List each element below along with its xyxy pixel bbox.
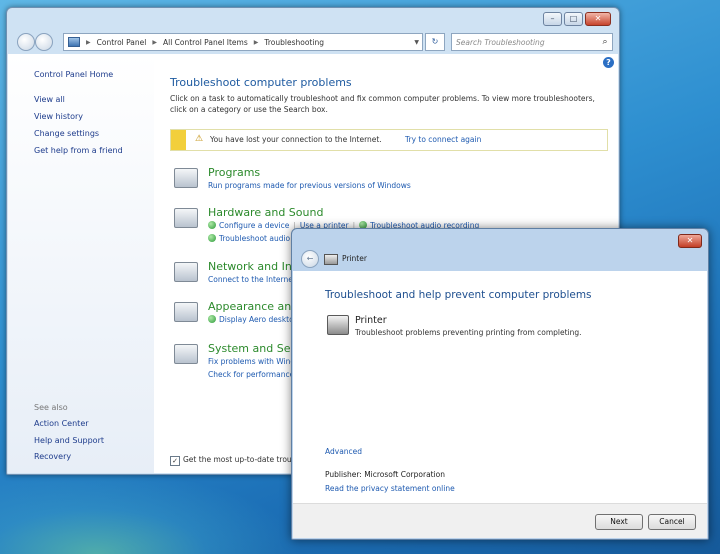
publisher-text: Publisher: Microsoft Corporation	[325, 470, 446, 479]
dialog-body: Troubleshoot and help prevent computer p…	[293, 271, 707, 503]
help-icon[interactable]: ?	[603, 57, 614, 68]
forward-button[interactable]	[35, 33, 53, 51]
shield-icon	[208, 234, 216, 242]
configure-device-link[interactable]: Configure a device	[219, 221, 289, 230]
network-icon	[174, 262, 198, 282]
breadcrumb-control-panel[interactable]: Control Panel	[97, 38, 147, 47]
warning-icon: ⚠	[195, 134, 204, 144]
minimize-button[interactable]: –	[543, 12, 562, 26]
sidebar-change-settings[interactable]: Change settings	[34, 129, 99, 138]
notice-bar	[171, 130, 186, 150]
breadcrumb-arrow-icon: ▶	[152, 38, 157, 46]
system-security-icon	[174, 344, 198, 364]
dialog-back-button[interactable]: ←	[301, 250, 319, 268]
sidebar-recovery[interactable]: Recovery	[34, 452, 71, 461]
control-panel-icon	[68, 37, 80, 47]
programs-icon	[174, 168, 198, 188]
sidebar-view-all[interactable]: View all	[34, 95, 65, 104]
search-input[interactable]: Search Troubleshooting ⌕	[451, 33, 613, 51]
printer-icon	[327, 315, 349, 335]
intro-text: Click on a task to automatically trouble…	[170, 94, 595, 114]
category-link-row: Troubleshoot audio	[208, 234, 290, 243]
search-placeholder: Search Troubleshooting	[456, 37, 545, 47]
next-button[interactable]: Next	[595, 514, 643, 530]
category-link-row: Display Aero deskto	[208, 315, 294, 324]
connection-notice: ⚠ You have lost your connection to the I…	[170, 129, 608, 151]
refresh-button[interactable]: ↻	[425, 33, 445, 51]
category-link[interactable]: Connect to the Internet	[208, 275, 296, 284]
troubleshoot-audio-link[interactable]: Troubleshoot audio	[219, 234, 290, 243]
address-bar[interactable]: ▶ Control Panel ▶ All Control Panel Item…	[63, 33, 423, 51]
appearance-icon	[174, 302, 198, 322]
printer-dialog: ✕ ← Printer Troubleshoot and help preven…	[291, 228, 709, 540]
category-link[interactable]: Fix problems with Wind	[208, 357, 295, 366]
hardware-icon	[174, 208, 198, 228]
maximize-button[interactable]: □	[564, 12, 583, 26]
shield-icon	[208, 315, 216, 323]
title-bar: – □ ✕	[7, 8, 619, 30]
printer-small-icon	[324, 254, 338, 265]
sidebar: Control Panel Home View all View history…	[8, 54, 154, 473]
close-button[interactable]: ✕	[585, 12, 611, 26]
sidebar-get-help[interactable]: Get help from a friend	[34, 146, 123, 155]
category-link[interactable]: Check for performance	[208, 370, 294, 379]
category-title[interactable]: Hardware and Sound	[208, 206, 323, 219]
updates-checkbox-label[interactable]: Get the most up-to-date trou	[183, 455, 292, 464]
breadcrumb-troubleshooting[interactable]: Troubleshooting	[264, 38, 324, 47]
breadcrumb-arrow-icon: ▶	[86, 38, 91, 46]
desktop-wallpaper	[0, 464, 320, 554]
breadcrumb-arrow-icon: ▶	[253, 38, 259, 46]
search-icon[interactable]: ⌕	[598, 37, 612, 47]
category-link[interactable]: Run programs made for previous versions …	[208, 181, 411, 190]
cancel-button[interactable]: Cancel	[648, 514, 696, 530]
back-button[interactable]	[17, 33, 35, 51]
dialog-heading: Troubleshoot and help prevent computer p…	[325, 289, 592, 301]
shield-icon	[208, 221, 216, 229]
category-title[interactable]: Programs	[208, 166, 260, 179]
window-controls: – □ ✕	[543, 12, 611, 26]
dialog-title: Printer	[342, 254, 367, 263]
dialog-close-button[interactable]: ✕	[678, 234, 702, 248]
updates-checkbox-row: ✓ Get the most up-to-date trou	[170, 455, 292, 466]
sidebar-control-panel-home[interactable]: Control Panel Home	[34, 70, 113, 79]
breadcrumb-all-items[interactable]: All Control Panel Items	[163, 38, 248, 47]
troubleshooter-description: Troubleshoot problems preventing printin…	[355, 328, 582, 337]
see-also-label: See also	[34, 403, 68, 412]
notice-message: You have lost your connection to the Int…	[210, 135, 382, 144]
page-title: Troubleshoot computer problems	[170, 76, 352, 89]
navigation-bar: ▶ Control Panel ▶ All Control Panel Item…	[15, 30, 613, 52]
dialog-footer: Next Cancel	[293, 503, 707, 538]
try-connect-link[interactable]: Try to connect again	[405, 135, 481, 144]
sidebar-action-center[interactable]: Action Center	[34, 419, 89, 428]
updates-checkbox[interactable]: ✓	[170, 456, 180, 466]
sidebar-view-history[interactable]: View history	[34, 112, 83, 121]
sidebar-help-support[interactable]: Help and Support	[34, 436, 104, 445]
display-aero-link[interactable]: Display Aero deskto	[219, 315, 294, 324]
troubleshooter-name: Printer	[355, 315, 387, 326]
advanced-link[interactable]: Advanced	[325, 447, 362, 456]
privacy-link[interactable]: Read the privacy statement online	[325, 484, 455, 493]
chevron-down-icon[interactable]: ▼	[414, 39, 419, 46]
